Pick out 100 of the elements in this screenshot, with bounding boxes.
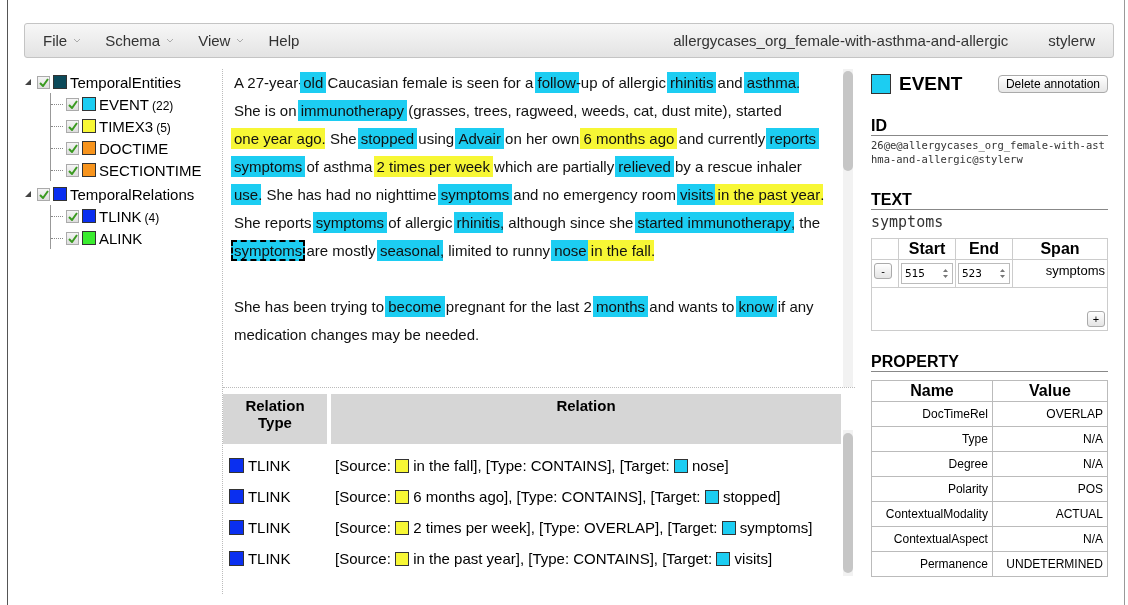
relation-text: symptoms] bbox=[739, 519, 813, 536]
caret-icon bbox=[166, 38, 175, 43]
annotation-text: symptoms bbox=[871, 212, 945, 232]
table-cell: UNDETERMINED bbox=[992, 551, 1108, 577]
event-annotation[interactable]: rhinitis bbox=[667, 72, 717, 93]
relation-type: TLINK bbox=[247, 457, 291, 474]
menu-item[interactable]: Help bbox=[268, 32, 300, 49]
event-annotation[interactable]: symptoms bbox=[231, 240, 306, 261]
relation-text: stopped] bbox=[722, 488, 781, 505]
menu-item[interactable]: Schema bbox=[105, 32, 175, 49]
relation-text: visits] bbox=[734, 550, 773, 567]
column-header: Relation bbox=[331, 394, 841, 444]
tree-label[interactable]: TIMEX3 (5) bbox=[99, 117, 171, 135]
event-annotation[interactable]: follow bbox=[534, 72, 579, 93]
table-cell: DocTimeRel bbox=[871, 401, 993, 427]
event-annotation[interactable]: Advair bbox=[455, 128, 504, 149]
tree-label[interactable]: TemporalEntities bbox=[70, 73, 181, 91]
document-name: allergycases_org_female-with-asthma-and-allergic bbox=[673, 32, 1009, 49]
table-cell: Polarity bbox=[871, 476, 993, 502]
section-heading: ID bbox=[871, 117, 1108, 136]
tree-label[interactable]: DOCTIME bbox=[99, 139, 169, 157]
menu-item[interactable]: View bbox=[198, 32, 245, 49]
tree-label[interactable]: TLINK (4) bbox=[99, 207, 160, 225]
column-header: Value bbox=[992, 380, 1108, 402]
event-annotation[interactable]: months bbox=[592, 296, 649, 317]
checkbox[interactable] bbox=[66, 97, 79, 111]
tree-label[interactable]: ALINK bbox=[99, 229, 143, 247]
checkbox[interactable] bbox=[37, 187, 50, 201]
relation-text: [Source: bbox=[335, 550, 392, 567]
relation-type: TLINK bbox=[247, 550, 291, 567]
relation-text: [Source: bbox=[335, 488, 392, 505]
event-annotation[interactable]: symptoms bbox=[231, 156, 306, 177]
timex-annotation[interactable]: 6 months ago bbox=[580, 128, 678, 149]
table-cell: Degree bbox=[871, 451, 993, 477]
relation-type: TLINK bbox=[247, 488, 291, 505]
delete-button[interactable]: Delete annotation bbox=[997, 75, 1108, 93]
expander-icon[interactable] bbox=[24, 190, 32, 198]
column-header: End bbox=[955, 238, 1013, 260]
table-cell: Permanence bbox=[871, 551, 993, 577]
table-cell: N/A bbox=[992, 426, 1108, 452]
event-annotation[interactable]: become bbox=[385, 296, 445, 317]
user-name: stylerw bbox=[1048, 32, 1095, 49]
relation-type: TLINK bbox=[247, 519, 291, 536]
document-paragraph: She has been trying to become pregnant for the last 2 months and wants to know if any medication changes may be needed. bbox=[234, 295, 815, 345]
event-annotation[interactable]: symptoms bbox=[437, 184, 513, 205]
timex-annotation[interactable]: 2 times per week bbox=[373, 156, 493, 177]
checkbox[interactable] bbox=[66, 231, 79, 245]
event-annotation[interactable]: reports bbox=[766, 128, 820, 149]
relation-text: [Source: bbox=[335, 457, 392, 474]
event-annotation[interactable]: started bbox=[634, 212, 687, 233]
expander-icon[interactable] bbox=[24, 78, 32, 86]
table-cell: N/A bbox=[992, 526, 1108, 552]
table-cell: ContextualAspect bbox=[871, 526, 993, 552]
event-annotation[interactable]: visits bbox=[677, 184, 717, 205]
relation-text: [Source: bbox=[335, 519, 392, 536]
event-annotation[interactable]: stopped bbox=[357, 128, 418, 149]
event-annotation[interactable]: symptoms bbox=[312, 212, 388, 233]
checkbox[interactable] bbox=[66, 119, 79, 133]
tree-label[interactable]: TemporalRelations bbox=[70, 185, 195, 203]
relation-text: nose] bbox=[692, 457, 729, 474]
end-field[interactable]: 523 bbox=[958, 263, 1010, 284]
table-cell: POS bbox=[992, 476, 1108, 502]
event-annotation[interactable]: immunotherapy bbox=[297, 100, 408, 121]
tree-label[interactable]: EVENT (22) bbox=[99, 95, 174, 113]
checkbox[interactable] bbox=[66, 163, 79, 177]
column-header: Span bbox=[1012, 238, 1108, 260]
spinner-icon[interactable] bbox=[999, 268, 1006, 279]
remove-button[interactable]: - bbox=[874, 263, 892, 279]
checkbox[interactable] bbox=[66, 141, 79, 155]
event-annotation[interactable]: old bbox=[300, 72, 327, 93]
relation-text: in the fall], [Type: CONTAINS], [Target: bbox=[413, 457, 671, 474]
scrollbar[interactable] bbox=[843, 69, 853, 387]
scrollbar[interactable] bbox=[843, 430, 853, 576]
relation-text: 2 times per week], [Type: OVERLAP], [Target: bbox=[413, 519, 719, 536]
relation-text: in the past year], [Type: CONTAINS], [Target: bbox=[413, 550, 714, 567]
add-button[interactable]: + bbox=[1087, 311, 1105, 327]
column-header: Name bbox=[871, 380, 993, 402]
caret-icon bbox=[236, 38, 245, 43]
checkbox[interactable] bbox=[37, 75, 50, 89]
column-header: Start bbox=[898, 238, 956, 260]
table-cell: ContextualModality bbox=[871, 501, 993, 527]
annotation-id: 26@e@allergycases_org_female-with-asthma-and-allergic@stylerw bbox=[871, 138, 1106, 166]
section-heading: TEXT bbox=[871, 191, 1108, 210]
event-annotation[interactable]: relieved bbox=[615, 156, 674, 177]
event-annotation[interactable]: nose bbox=[551, 240, 590, 261]
table-cell: ACTUAL bbox=[992, 501, 1108, 527]
checkbox[interactable] bbox=[66, 209, 79, 223]
menu-item[interactable]: File bbox=[43, 32, 82, 49]
annotation-type: EVENT bbox=[899, 73, 964, 95]
tree-label[interactable]: SECTIONTIME bbox=[99, 161, 202, 179]
event-annotation[interactable]: know bbox=[735, 296, 777, 317]
section-heading: PROPERTY bbox=[871, 353, 1108, 372]
caret-icon bbox=[73, 38, 82, 43]
table-cell: OVERLAP bbox=[992, 401, 1108, 427]
spinner-icon[interactable] bbox=[942, 268, 949, 279]
start-field[interactable]: 515 bbox=[901, 263, 953, 284]
table-cell: symptoms bbox=[1012, 259, 1108, 288]
table-cell: N/A bbox=[992, 451, 1108, 477]
table-cell: Type bbox=[871, 426, 993, 452]
relation-text: 6 months ago], [Type: CONTAINS], [Target: bbox=[413, 488, 702, 505]
